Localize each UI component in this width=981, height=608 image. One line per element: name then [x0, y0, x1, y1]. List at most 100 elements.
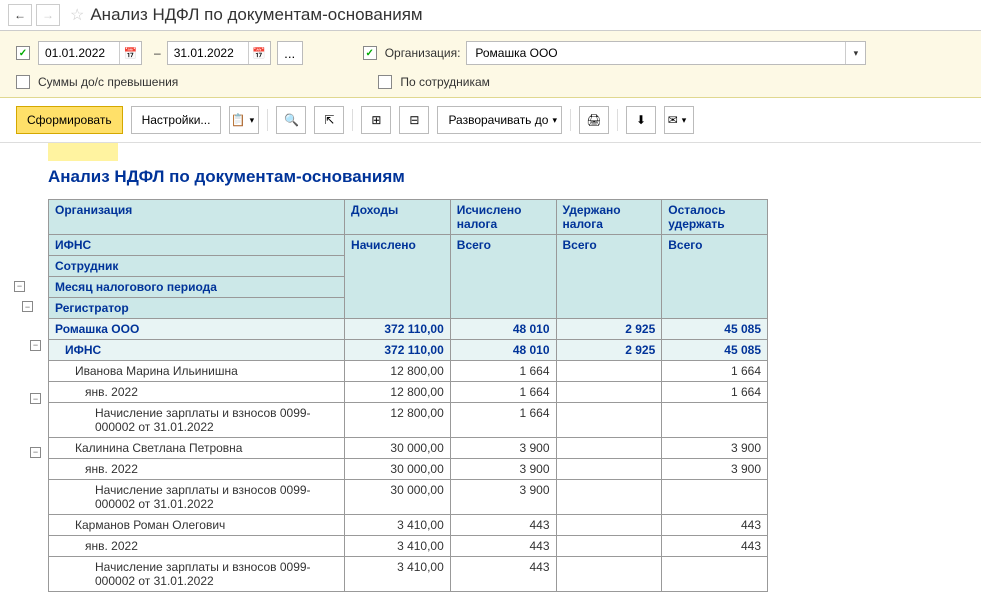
cell-income: 3 410,00 — [345, 557, 451, 592]
date-to-field: 📅 — [167, 41, 271, 65]
tree-toggle[interactable]: − — [30, 447, 41, 458]
header-row-1: Организация Доходы Исчислено налога Удер… — [49, 200, 768, 235]
calendar-icon[interactable]: 📅 — [119, 42, 141, 64]
cell-income: 30 000,00 — [345, 438, 451, 459]
sums-label: Суммы до/с превышения — [38, 75, 178, 89]
cell-name: Начисление зарплаты и взносов 0099-00000… — [49, 403, 345, 438]
cell-left: 1 664 — [662, 382, 768, 403]
nav-back-button[interactable]: ← — [8, 4, 32, 26]
cell-calc: 443 — [450, 557, 556, 592]
page-title: Анализ НДФЛ по документам-основаниям — [90, 5, 422, 25]
collapse-button[interactable]: ⇱ — [314, 106, 344, 134]
email-button[interactable]: ✉ — [664, 106, 694, 134]
cell-calc: 3 900 — [450, 459, 556, 480]
hdr-total: Всего — [662, 235, 768, 319]
hdr-total: Всего — [556, 235, 662, 319]
hdr-reg: Регистратор — [49, 298, 345, 319]
date-range-checkbox[interactable] — [16, 46, 30, 60]
table-row[interactable]: Начисление зарплаты и взносов 0099-00000… — [49, 403, 768, 438]
print-button[interactable]: 🖨 — [579, 106, 609, 134]
cell-income: 372 110,00 — [345, 340, 451, 361]
cell-held — [556, 438, 662, 459]
table-row[interactable]: янв. 202230 000,003 9003 900 — [49, 459, 768, 480]
hdr-taxheld: Удержано налога — [556, 200, 662, 235]
table-row[interactable]: Ромашка ООО372 110,0048 0102 92545 085 — [49, 319, 768, 340]
table-row[interactable]: Начисление зарплаты и взносов 0099-00000… — [49, 557, 768, 592]
toolbar: Сформировать Настройки... 📋 🔍 ⇱ ⊞ ⊟ Разв… — [0, 98, 981, 143]
cell-held — [556, 480, 662, 515]
calendar-icon[interactable]: 📅 — [248, 42, 270, 64]
date-dash: – — [154, 46, 161, 60]
org-input[interactable] — [467, 46, 845, 60]
cell-held: 2 925 — [556, 340, 662, 361]
cell-held — [556, 536, 662, 557]
hdr-taxcalc: Исчислено налога — [450, 200, 556, 235]
cell-income: 3 410,00 — [345, 515, 451, 536]
favorite-star-icon[interactable]: ☆ — [70, 5, 84, 25]
tree-expand-button[interactable]: ⊞ — [361, 106, 391, 134]
cell-income: 30 000,00 — [345, 480, 451, 515]
cell-held — [556, 459, 662, 480]
cell-held — [556, 403, 662, 438]
nav-forward-button[interactable]: → — [36, 4, 60, 26]
table-row[interactable]: Иванова Марина Ильинишна12 800,001 6641 … — [49, 361, 768, 382]
by-employee-checkbox[interactable] — [378, 75, 392, 89]
cell-left: 45 085 — [662, 319, 768, 340]
save-button[interactable]: ⬇ — [626, 106, 656, 134]
search-button[interactable]: 🔍 — [276, 106, 306, 134]
cell-calc: 1 664 — [450, 382, 556, 403]
params-panel: 📅 – 📅 ... Организация: ▾ Суммы до/с прев… — [0, 31, 981, 98]
cell-held — [556, 361, 662, 382]
copy-dropdown-button[interactable]: 📋 — [229, 106, 259, 134]
org-field: ▾ — [466, 41, 866, 65]
org-label: Организация: — [385, 46, 461, 60]
header-row-2: ИФНС Начислено Всего Всего Всего — [49, 235, 768, 256]
date-from-input[interactable] — [39, 46, 119, 60]
sums-checkbox[interactable] — [16, 75, 30, 89]
cell-calc: 48 010 — [450, 340, 556, 361]
cell-income: 30 000,00 — [345, 459, 451, 480]
cell-left — [662, 403, 768, 438]
cell-calc: 1 664 — [450, 403, 556, 438]
cell-income: 12 800,00 — [345, 403, 451, 438]
date-to-input[interactable] — [168, 46, 248, 60]
hdr-accrued: Начислено — [345, 235, 451, 319]
cell-name: Начисление зарплаты и взносов 0099-00000… — [49, 557, 345, 592]
hdr-org: Организация — [49, 200, 345, 235]
hdr-taxleft: Осталось удержать — [662, 200, 768, 235]
table-row[interactable]: Калинина Светлана Петровна30 000,003 900… — [49, 438, 768, 459]
tree-toggle[interactable]: − — [22, 301, 33, 312]
expand-to-button[interactable]: Разворачивать до — [437, 106, 562, 134]
hdr-income: Доходы — [345, 200, 451, 235]
date-from-field: 📅 — [38, 41, 142, 65]
cell-income: 372 110,00 — [345, 319, 451, 340]
dropdown-icon[interactable]: ▾ — [845, 42, 865, 64]
cell-name: Ромашка ООО — [49, 319, 345, 340]
tree-toggle[interactable]: − — [30, 393, 41, 404]
table-row[interactable]: янв. 20223 410,00443443 — [49, 536, 768, 557]
cell-calc: 443 — [450, 536, 556, 557]
highlight-band — [48, 143, 118, 161]
cell-left: 443 — [662, 536, 768, 557]
table-row[interactable]: янв. 202212 800,001 6641 664 — [49, 382, 768, 403]
table-row[interactable]: ИФНС372 110,0048 0102 92545 085 — [49, 340, 768, 361]
cell-held: 2 925 — [556, 319, 662, 340]
hdr-employee: Сотрудник — [49, 256, 345, 277]
cell-name: янв. 2022 — [49, 536, 345, 557]
tree-toggle[interactable]: − — [30, 340, 41, 351]
date-select-button[interactable]: ... — [277, 41, 303, 65]
outline-tree: − − − − − — [14, 278, 41, 465]
table-row[interactable]: Карманов Роман Олегович3 410,00443443 — [49, 515, 768, 536]
tree-toggle[interactable]: − — [14, 281, 25, 292]
cell-name: янв. 2022 — [49, 382, 345, 403]
form-button[interactable]: Сформировать — [16, 106, 123, 134]
hdr-total: Всего — [450, 235, 556, 319]
cell-income: 3 410,00 — [345, 536, 451, 557]
cell-held — [556, 515, 662, 536]
org-checkbox[interactable] — [363, 46, 377, 60]
table-row[interactable]: Начисление зарплаты и взносов 0099-00000… — [49, 480, 768, 515]
report-table: Организация Доходы Исчислено налога Удер… — [48, 199, 768, 592]
cell-name: янв. 2022 — [49, 459, 345, 480]
tree-collapse-button[interactable]: ⊟ — [399, 106, 429, 134]
settings-button[interactable]: Настройки... — [131, 106, 222, 134]
